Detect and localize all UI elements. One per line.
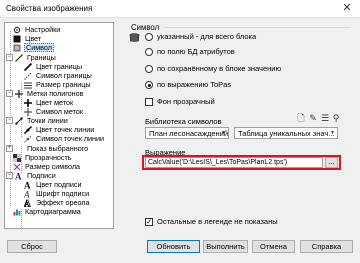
tree-item-label: Картодиаграмма bbox=[25, 207, 81, 216]
gear-icon bbox=[13, 26, 21, 34]
chevron-down-icon: ▼ bbox=[330, 130, 335, 136]
tree-item-label: Настройки bbox=[25, 25, 61, 34]
svg-text:A: A bbox=[24, 199, 31, 207]
table-select[interactable]: Таблица уникальных знач... ▼ bbox=[234, 127, 338, 139]
cancel-button[interactable]: Отмена bbox=[252, 240, 295, 253]
table-value: Таблица уникальных знач... bbox=[238, 129, 335, 138]
radio-label: по сохранённому в блоке значению bbox=[157, 64, 282, 73]
settings-tree[interactable]: Настройки Цвет Символ − Границы Цвет гра… bbox=[4, 22, 114, 229]
window-title: Свойства изображения bbox=[6, 4, 93, 13]
radio-label: по выражению ToPas bbox=[157, 80, 232, 89]
help-button[interactable]: Справка bbox=[300, 240, 353, 253]
point-symbol-icon bbox=[24, 135, 32, 143]
symbol-group-title: Символ bbox=[131, 23, 160, 32]
svg-text:A: A bbox=[24, 181, 31, 189]
refresh-button[interactable]: Обновить bbox=[147, 240, 200, 253]
point-color-icon bbox=[24, 126, 32, 134]
radio-circle[interactable] bbox=[145, 81, 153, 89]
polygon-labels-icon bbox=[15, 90, 23, 98]
tree-item-label: Символ точек линии bbox=[36, 134, 105, 143]
collapse-toggle-icon[interactable]: − bbox=[6, 90, 13, 97]
collapse-toggle-icon[interactable]: − bbox=[6, 117, 13, 124]
tree-item-label: Шрифт подписи bbox=[36, 189, 90, 198]
tree-item-label: Подписи bbox=[27, 171, 56, 180]
expression-browse-button[interactable]: ... bbox=[325, 157, 338, 168]
tree-item-label: Прозрачность bbox=[25, 153, 72, 162]
chevron-down-icon: ▼ bbox=[221, 130, 226, 136]
tree-item-label: Символ bbox=[24, 43, 54, 52]
label-color-icon bbox=[24, 99, 32, 107]
library-label: Библиотека символов bbox=[145, 117, 222, 126]
symbol-preview-icon bbox=[129, 33, 140, 42]
symbol-size-icon bbox=[13, 163, 21, 171]
group-separator bbox=[164, 27, 351, 28]
tree-item-label: Границы bbox=[27, 53, 56, 62]
close-button[interactable]: ✕ bbox=[334, 0, 360, 18]
tree-item-label: Цвет подписи bbox=[36, 180, 82, 189]
borders-icon bbox=[15, 54, 23, 62]
color-icon bbox=[13, 35, 21, 43]
apply-button[interactable]: Выполнить bbox=[203, 240, 248, 253]
collapse-toggle-icon[interactable]: − bbox=[6, 172, 13, 179]
tree-item-label: Эффект ореола bbox=[36, 198, 90, 207]
caption-font-icon: A bbox=[23, 190, 32, 200]
captions-icon: A bbox=[15, 172, 23, 182]
line-points-icon bbox=[15, 117, 23, 125]
library-value: План лесонасаждений bbox=[149, 129, 229, 138]
radio-circle[interactable] bbox=[145, 65, 153, 73]
border-color-icon bbox=[23, 62, 33, 72]
svg-text:A: A bbox=[15, 172, 22, 180]
tree-item-label: Размер границы bbox=[36, 80, 91, 89]
checkbox-box[interactable] bbox=[145, 98, 153, 106]
tree-item-label: Размер символа bbox=[25, 162, 81, 171]
symbol-icon bbox=[13, 44, 21, 52]
checkbox-label: Фон прозрачный bbox=[157, 97, 215, 106]
new-document-icon[interactable]: 🗋 bbox=[296, 114, 306, 124]
caption-color-icon: A bbox=[24, 181, 32, 191]
radio-label: указанный - для всего блока bbox=[157, 32, 257, 41]
reset-button[interactable]: Сброс bbox=[7, 240, 57, 253]
transparency-icon bbox=[13, 154, 21, 162]
checkbox-label: Остальные в легенде не показаны bbox=[157, 217, 278, 226]
tree-item-label: Точки линии bbox=[27, 116, 68, 125]
search-icon[interactable]: ⚲ bbox=[331, 114, 341, 124]
edit-pencil-icon[interactable]: ✎ bbox=[308, 114, 318, 124]
symbol-library-select[interactable]: План лесонасаждений ▼ bbox=[145, 127, 229, 139]
tree-item-label: Символ меток bbox=[36, 107, 83, 116]
tree-item-label: Цвет меток bbox=[36, 98, 74, 107]
border-size-icon bbox=[24, 81, 32, 89]
list-icon[interactable]: ☰ bbox=[320, 114, 330, 124]
tree-item-label: Цвет точек линии bbox=[36, 125, 95, 134]
halo-effect-icon: A bbox=[24, 198, 32, 209]
radio-circle[interactable] bbox=[145, 48, 153, 56]
expand-toggle-icon[interactable]: + bbox=[6, 145, 13, 152]
label-symbol-icon bbox=[24, 108, 32, 116]
tree-item-label: Цвет bbox=[25, 34, 42, 43]
svg-text:A: A bbox=[24, 190, 30, 198]
title-bar: Свойства изображения ✕ bbox=[0, 0, 360, 18]
collapse-toggle-icon[interactable]: − bbox=[6, 54, 13, 61]
tree-line bbox=[21, 209, 22, 228]
expression-input[interactable]: CalcValue('D:\LesIS\_Les\ToPas\PlanL2.tp… bbox=[145, 157, 323, 168]
tree-item-label: Цвет границы bbox=[36, 62, 82, 71]
cartodiagram-icon bbox=[13, 208, 21, 216]
radio-label: по полю БД атрибутов bbox=[157, 47, 235, 56]
tree-item-label: Показ выбранного bbox=[27, 144, 89, 153]
tree-line bbox=[21, 146, 22, 173]
border-symbol-icon bbox=[24, 72, 32, 80]
tree-item-label: Символ границы bbox=[36, 71, 92, 80]
checkbox-box[interactable] bbox=[145, 217, 153, 226]
tree-item-label: Метки полигонов bbox=[27, 89, 84, 98]
radio-circle[interactable] bbox=[145, 33, 153, 41]
